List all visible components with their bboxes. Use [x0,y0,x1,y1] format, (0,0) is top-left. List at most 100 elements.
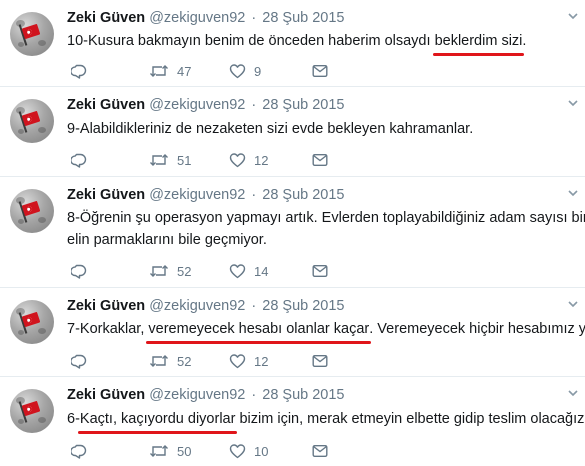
avatar[interactable] [10,12,54,56]
tweet-actions: 47 9 [67,61,347,81]
tweet-text: 6-Kaçtı, kaçıyordu diyorlar bizim için, … [67,408,585,434]
tweet[interactable]: Zeki Güven @zekiguven92 · 28 Şub 2015 7-… [0,288,585,377]
underlined-text: Kaçtı, kaçıyordu diyorlar [77,408,237,434]
retweet-button[interactable]: 51 [149,150,191,170]
tweet-text: 10-Kusura bakmayın benim de önceden habe… [67,30,577,56]
direct-message-button[interactable] [312,351,328,371]
retweet-icon [150,265,168,277]
separator: · [251,187,257,203]
author-handle[interactable]: @zekiguven92 [149,97,245,113]
direct-message-icon [312,355,328,368]
reply-icon [71,64,87,79]
avatar[interactable] [10,300,54,344]
tweet-date[interactable]: 28 Şub 2015 [262,387,344,403]
flag-image [21,311,41,328]
flag-image [21,200,41,217]
reply-button[interactable] [71,261,88,281]
retweet-button[interactable]: 52 [149,351,191,371]
like-button[interactable]: 12 [229,150,268,170]
like-icon [229,444,246,459]
like-count: 9 [254,63,262,79]
reply-icon [71,153,87,168]
author-name[interactable]: Zeki Güven [67,10,145,26]
direct-message-button[interactable] [312,261,328,281]
reply-button[interactable] [71,61,88,81]
like-count: 12 [254,353,269,369]
author-handle[interactable]: @zekiguven92 [149,298,245,314]
retweet-count: 52 [177,263,192,279]
avatar[interactable] [10,389,54,433]
tweet-header: Zeki Güven @zekiguven92 · 28 Şub 2015 [67,96,345,114]
retweet-button[interactable]: 47 [149,61,191,81]
underlined-text: beklerdim sizi [432,30,525,56]
reply-button[interactable] [71,150,88,170]
avatar[interactable] [10,99,54,143]
separator: · [251,298,257,314]
retweet-icon [150,355,168,367]
tweet-actions: 52 12 [67,351,347,371]
author-name[interactable]: Zeki Güven [67,298,145,314]
like-button[interactable]: 14 [229,261,268,281]
retweet-count: 47 [177,63,192,79]
tweet[interactable]: Zeki Güven @zekiguven92 · 28 Şub 2015 10… [0,0,585,87]
tweet-date[interactable]: 28 Şub 2015 [262,10,344,26]
tweet[interactable]: Zeki Güven @zekiguven92 · 28 Şub 2015 9-… [0,87,585,177]
retweet-count: 51 [177,152,192,168]
flag-image [21,110,41,127]
reply-button[interactable] [71,351,88,371]
flag-image [21,23,41,40]
tweet-date[interactable]: 28 Şub 2015 [262,187,344,203]
like-button[interactable]: 9 [229,61,261,81]
like-count: 14 [254,263,269,279]
chevron-down-icon[interactable] [568,389,578,397]
like-button[interactable]: 10 [229,441,268,461]
author-name[interactable]: Zeki Güven [67,97,145,113]
avatar[interactable] [10,189,54,233]
author-handle[interactable]: @zekiguven92 [149,387,245,403]
chevron-down-icon[interactable] [568,99,578,107]
chevron-down-icon[interactable] [568,300,578,308]
tweet[interactable]: Zeki Güven @zekiguven92 · 28 Şub 2015 8-… [0,177,585,288]
separator: · [251,387,257,403]
reply-button[interactable] [71,441,88,461]
retweet-icon [150,154,168,166]
like-icon [229,153,246,168]
direct-message-icon [312,445,328,458]
flag-image [21,400,41,417]
direct-message-icon [312,65,328,78]
retweet-button[interactable]: 52 [149,261,191,281]
tweet-header: Zeki Güven @zekiguven92 · 28 Şub 2015 [67,9,345,27]
author-name[interactable]: Zeki Güven [67,187,145,203]
chevron-down-icon[interactable] [568,189,578,197]
reply-icon [71,444,87,459]
tweet-text-line-1: 8-Öğrenin şu operasyon yapmayı artık. Ev… [67,210,585,226]
tweet-date[interactable]: 28 Şub 2015 [262,298,344,314]
author-name[interactable]: Zeki Güven [67,387,145,403]
retweet-icon [150,445,168,457]
underlined-text: veremeyecek hesabı olanlar kaçar [146,318,372,344]
direct-message-button[interactable] [312,61,328,81]
tweet-header: Zeki Güven @zekiguven92 · 28 Şub 2015 [67,297,345,315]
retweet-button[interactable]: 50 [149,441,191,461]
tweet-timeline: Zeki Güven @zekiguven92 · 28 Şub 2015 10… [0,0,585,466]
tweet-text: 9-Alabildikleriniz de nezaketen sizi evd… [67,121,474,137]
tweet-header: Zeki Güven @zekiguven92 · 28 Şub 2015 [67,386,345,404]
author-handle[interactable]: @zekiguven92 [149,10,245,26]
reply-icon [71,354,87,369]
tweet-text: 7-Korkaklar, veremeyecek hesabı olanlar … [67,318,585,344]
direct-message-button[interactable] [312,441,328,461]
tweet-text-line-2: elin parmaklarını bile geçmiyor. [67,232,267,248]
author-handle[interactable]: @zekiguven92 [149,187,245,203]
retweet-count: 52 [177,353,192,369]
tweet[interactable]: Zeki Güven @zekiguven92 · 28 Şub 2015 6-… [0,377,585,466]
like-icon [229,64,246,79]
like-button[interactable]: 12 [229,351,268,371]
retweet-count: 50 [177,443,192,459]
reply-icon [71,264,87,279]
direct-message-icon [312,154,328,167]
chevron-down-icon[interactable] [568,12,578,20]
direct-message-icon [312,265,328,278]
tweet-date[interactable]: 28 Şub 2015 [262,97,344,113]
like-icon [229,264,246,279]
direct-message-button[interactable] [312,150,328,170]
